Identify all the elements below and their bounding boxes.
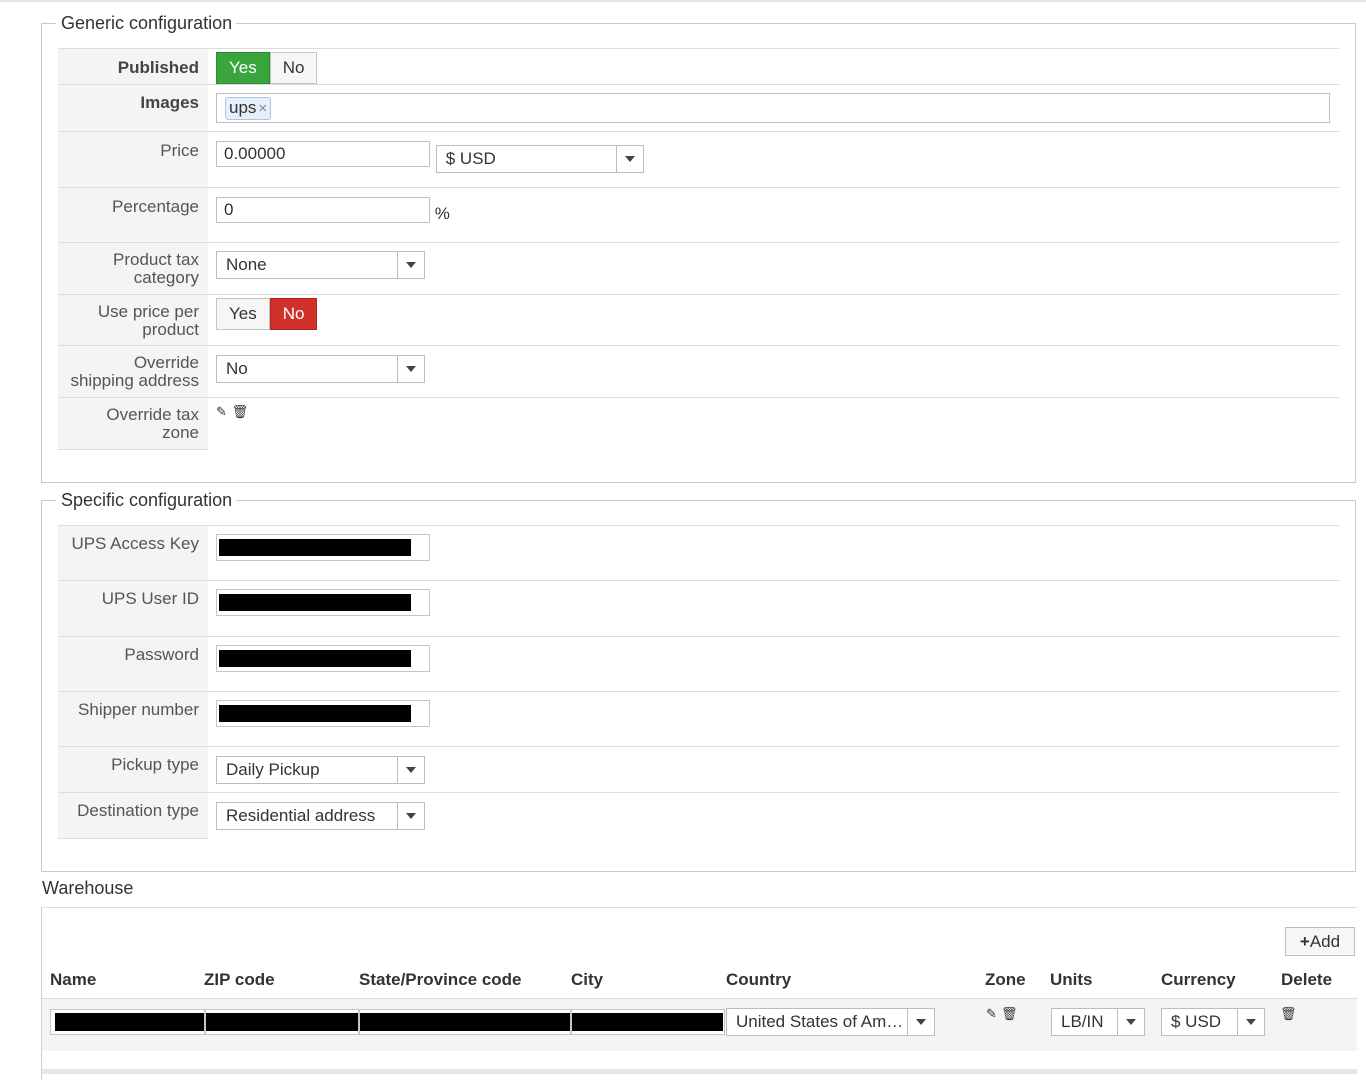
generic-configuration-fieldset: Generic configuration Published Yes No I… (41, 12, 1356, 483)
published-toggle: Yes No (216, 52, 318, 84)
remove-tag-icon[interactable]: × (258, 100, 267, 117)
chevron-down-icon (1237, 1009, 1264, 1035)
pickup-type-label: Pickup type (58, 746, 208, 793)
price-per-product-yes-button[interactable]: Yes (216, 298, 270, 330)
shipper-number-label: Shipper number (58, 691, 208, 747)
warehouse-state-input-redacted[interactable] (359, 1009, 571, 1035)
user-id-row: UPS User ID (58, 580, 1339, 637)
destination-type-select[interactable]: Residential address (216, 802, 425, 830)
chevron-down-icon (907, 1009, 934, 1035)
access-key-row: UPS Access Key (58, 525, 1339, 581)
user-id-label: UPS User ID (58, 580, 208, 637)
chevron-down-icon (615, 146, 643, 172)
price-currency-select[interactable]: $ USD (435, 145, 644, 173)
percentage-label: Percentage (58, 187, 208, 243)
password-label: Password (58, 636, 208, 692)
shipper-number-input-redacted[interactable] (216, 700, 430, 727)
column-header-units: Units (1050, 970, 1093, 989)
generic-configuration-table: Published Yes No Images ups × Price 0.000… (58, 48, 1339, 450)
published-row: Published Yes No (58, 48, 1339, 85)
percentage-row: Percentage 0 % (58, 187, 1339, 243)
override-tax-zone-row: Override tax zone ✎ 🗑 (58, 397, 1339, 450)
column-header-currency: Currency (1161, 970, 1236, 989)
price-label: Price (58, 131, 208, 188)
warehouse-units-select[interactable]: LB/IN (1051, 1008, 1145, 1036)
tax-category-label: Product tax category (58, 242, 208, 295)
image-tag-ups: ups × (225, 97, 272, 120)
pencil-icon[interactable]: ✎ (986, 1007, 997, 1021)
override-shipping-row: Override shipping address No (58, 345, 1339, 398)
pickup-type-row: Pickup type Daily Pickup (58, 746, 1339, 793)
specific-configuration-legend: Specific configuration (56, 489, 237, 511)
add-warehouse-button[interactable]: +Add (1285, 927, 1355, 956)
user-id-input-redacted[interactable] (216, 589, 430, 616)
destination-type-row: Destination type Residential address (58, 792, 1339, 839)
published-label: Published (58, 48, 208, 85)
generic-configuration-legend: Generic configuration (56, 12, 237, 34)
warehouse-country-select[interactable]: United States of Am… (726, 1008, 935, 1036)
column-header-country: Country (726, 970, 792, 989)
override-shipping-select[interactable]: No (216, 355, 425, 383)
percentage-input[interactable]: 0 (216, 197, 430, 223)
delete-trash-icon[interactable]: 🗑 (1280, 1007, 1297, 1021)
price-per-product-label: Use price per product (58, 294, 208, 346)
price-per-product-no-button[interactable]: No (269, 298, 318, 330)
access-key-input-redacted[interactable] (216, 534, 430, 561)
price-per-product-toggle: Yes No (216, 298, 318, 330)
warehouse-currency-select[interactable]: $ USD (1161, 1008, 1265, 1036)
column-header-zip: ZIP code (204, 970, 275, 989)
specific-configuration-fieldset: Specific configuration UPS Access Key UP… (41, 489, 1356, 872)
chevron-down-icon (1117, 1009, 1144, 1035)
trash-icon[interactable]: 🗑 (232, 405, 249, 419)
access-key-label: UPS Access Key (58, 525, 208, 581)
destination-type-label: Destination type (58, 792, 208, 839)
override-tax-zone-label: Override tax zone (58, 397, 208, 450)
tax-category-select[interactable]: None (216, 251, 425, 279)
images-label: Images (58, 84, 208, 132)
password-input-redacted[interactable] (216, 645, 430, 672)
published-yes-button[interactable]: Yes (216, 52, 270, 84)
pickup-type-select[interactable]: Daily Pickup (216, 756, 425, 784)
chevron-down-icon (397, 757, 424, 783)
column-header-zone: Zone (985, 970, 1026, 989)
warehouse-city-input-redacted[interactable] (571, 1009, 725, 1035)
price-input[interactable]: 0.00000 (216, 141, 430, 167)
chevron-down-icon (397, 356, 424, 382)
override-shipping-label: Override shipping address (58, 345, 208, 398)
warehouse-title: Warehouse (42, 878, 134, 898)
column-header-name: Name (50, 970, 97, 989)
chevron-down-icon (397, 803, 424, 829)
chevron-down-icon (397, 252, 424, 278)
top-divider (0, 0, 1366, 2)
images-row: Images ups × (58, 84, 1339, 132)
images-input[interactable]: ups × (216, 93, 1330, 123)
warehouse-panel (41, 907, 1357, 1080)
column-header-state: State/Province code (359, 970, 522, 989)
bottom-scroll-bar (42, 1069, 1357, 1074)
warehouse-zip-input-redacted[interactable] (205, 1009, 359, 1035)
warehouse-name-input-redacted[interactable] (50, 1009, 205, 1035)
shipper-number-row: Shipper number (58, 691, 1339, 747)
trash-icon[interactable]: 🗑 (1001, 1007, 1018, 1021)
column-header-city: City (571, 970, 604, 989)
pencil-icon[interactable]: ✎ (216, 405, 227, 419)
published-no-button[interactable]: No (269, 52, 318, 84)
password-row: Password (58, 636, 1339, 692)
price-row: Price 0.00000 $ USD (58, 131, 1339, 188)
tax-category-row: Product tax category None (58, 242, 1339, 295)
percentage-unit: % (434, 204, 450, 223)
plus-icon: + (1299, 932, 1310, 951)
column-header-delete: Delete (1281, 970, 1333, 989)
price-per-product-row: Use price per product Yes No (58, 294, 1339, 346)
specific-configuration-table: UPS Access Key UPS User ID Password Ship… (58, 525, 1339, 839)
